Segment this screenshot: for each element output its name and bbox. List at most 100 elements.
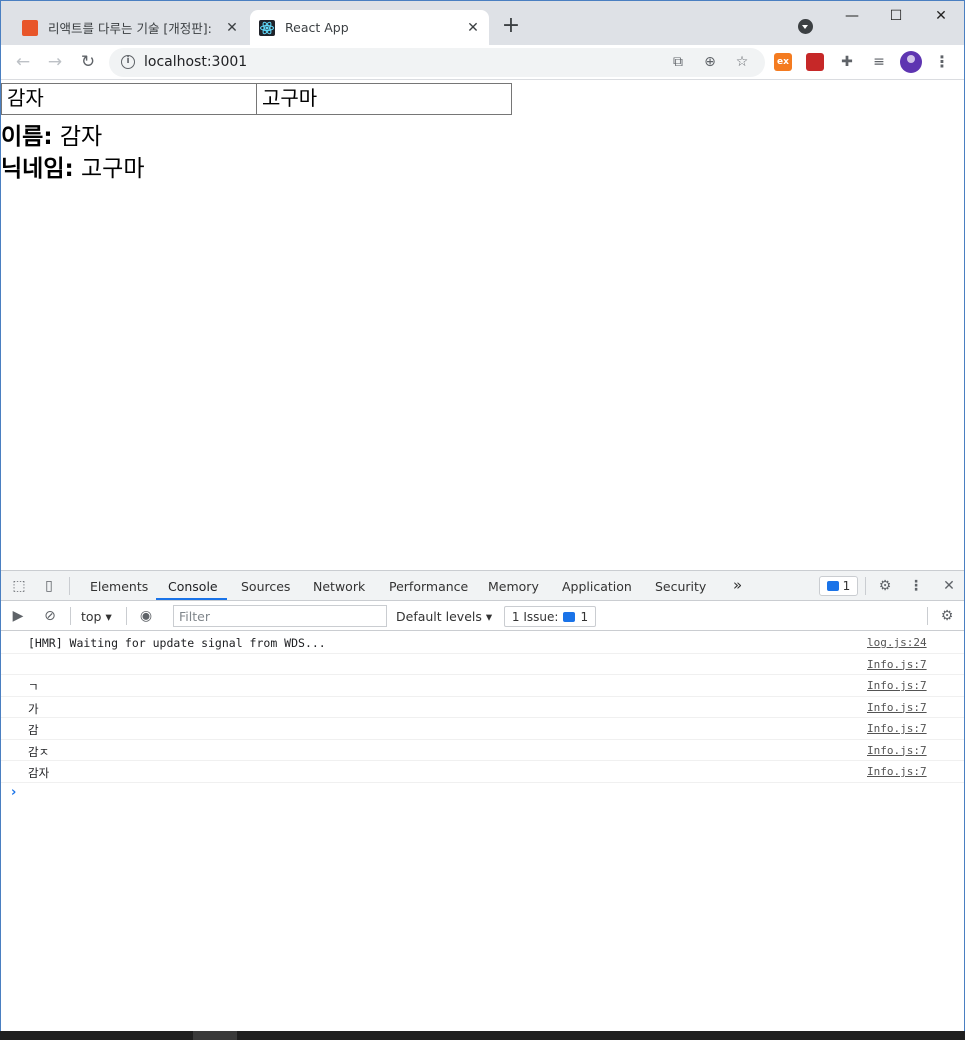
nickname-input[interactable]: 고구마 bbox=[256, 83, 512, 115]
message-icon bbox=[826, 581, 839, 591]
sidebar-toggle-icon[interactable]: ▶ bbox=[9, 607, 27, 625]
name-input[interactable]: 감자 bbox=[1, 83, 257, 115]
log-message: ㄱ bbox=[28, 680, 39, 694]
console-row: 가 Info.js:7 bbox=[1, 697, 964, 718]
tab-book[interactable]: 리액트를 다루는 기술 [개정판]: 6 ✕ bbox=[13, 10, 248, 45]
red-extension-icon[interactable] bbox=[806, 53, 824, 71]
page-content: 감자 고구마 이름: 감자 닉네임: 고구마 bbox=[1, 81, 964, 569]
translate-icon[interactable]: ⧉ bbox=[669, 53, 687, 71]
browser-window: 리액트를 다루는 기술 [개정판]: 6 ✕ React App ✕ + — ☐… bbox=[0, 0, 965, 1040]
tab-close-icon[interactable]: ✕ bbox=[224, 20, 240, 36]
site-info-icon[interactable]: i bbox=[121, 55, 135, 69]
console-output: [HMR] Waiting for update signal from WDS… bbox=[1, 632, 964, 805]
console-prompt[interactable]: › bbox=[1, 783, 964, 805]
devtools-tabbar: ⬚ ▯ Elements Console Sources Network Per… bbox=[1, 571, 964, 601]
filter-input[interactable]: Filter bbox=[173, 605, 387, 627]
device-toolbar-icon[interactable]: ▯ bbox=[40, 577, 58, 595]
tab-title: React App bbox=[285, 20, 349, 35]
reload-button[interactable]: ↻ bbox=[76, 50, 100, 74]
log-source-link[interactable]: log.js:24 bbox=[867, 636, 927, 649]
log-message: [HMR] Waiting for update signal from WDS… bbox=[28, 636, 326, 650]
close-window-button[interactable]: ✕ bbox=[918, 5, 964, 27]
console-row: 감ㅈ Info.js:7 bbox=[1, 740, 964, 761]
tab-memory[interactable]: Memory bbox=[488, 579, 539, 594]
menu-dots-icon[interactable]: ⋮ bbox=[934, 52, 950, 71]
nickname-label: 닉네임: bbox=[1, 156, 74, 182]
issues-count: 1 bbox=[580, 609, 589, 624]
console-settings-gear-icon[interactable]: ⚙ bbox=[938, 607, 956, 625]
forward-button[interactable]: → bbox=[43, 50, 67, 74]
browser-toolbar: ← → ↻ i localhost:3001 ⧉ ⊕ ☆ ex ✚ ≡ ⋮ bbox=[1, 45, 964, 80]
ex-extension-icon[interactable]: ex bbox=[774, 53, 792, 71]
active-tab-indicator bbox=[156, 598, 227, 600]
console-row: 감자 Info.js:7 bbox=[1, 761, 964, 783]
divider bbox=[69, 577, 70, 595]
divider bbox=[126, 607, 127, 625]
nickname-value: 고구마 bbox=[81, 156, 145, 182]
taskbar bbox=[0, 1031, 965, 1040]
new-tab-button[interactable]: + bbox=[499, 15, 523, 39]
tab-security[interactable]: Security bbox=[655, 579, 706, 594]
divider bbox=[927, 607, 928, 625]
tab-network[interactable]: Network bbox=[313, 579, 365, 594]
bookmark-star-icon[interactable]: ☆ bbox=[733, 53, 751, 71]
more-options-icon[interactable]: ⋮ bbox=[907, 577, 925, 595]
tab-react-app[interactable]: React App ✕ bbox=[250, 10, 489, 45]
url-text[interactable]: localhost:3001 bbox=[144, 54, 247, 70]
log-source-link[interactable]: Info.js:7 bbox=[867, 744, 927, 757]
minimize-button[interactable]: — bbox=[829, 5, 875, 27]
log-source-link[interactable]: Info.js:7 bbox=[867, 722, 927, 735]
log-source-link[interactable]: Info.js:7 bbox=[867, 765, 927, 778]
console-filterbar: ▶ ⊘ top ▾ ◉ Filter Default levels ▾ 1 Is… bbox=[1, 602, 964, 631]
log-source-link[interactable]: Info.js:7 bbox=[867, 658, 927, 671]
tab-strip: 리액트를 다루는 기술 [개정판]: 6 ✕ React App ✕ + — ☐… bbox=[1, 1, 964, 45]
close-devtools-icon[interactable]: ✕ bbox=[940, 577, 958, 595]
media-queue-icon[interactable]: ≡ bbox=[870, 53, 888, 71]
tab-application[interactable]: Application bbox=[562, 579, 632, 594]
tab-sources[interactable]: Sources bbox=[241, 579, 290, 594]
issues-button[interactable]: 1 Issue: 1 bbox=[504, 606, 596, 627]
taskbar-item[interactable] bbox=[193, 1031, 237, 1040]
more-tabs-button[interactable]: » bbox=[733, 576, 742, 594]
log-source-link[interactable]: Info.js:7 bbox=[867, 679, 927, 692]
address-bar[interactable]: i localhost:3001 ⧉ ⊕ ☆ bbox=[109, 48, 765, 77]
console-row: Info.js:7 bbox=[1, 654, 964, 675]
log-message: 감 bbox=[28, 723, 39, 737]
react-favicon-icon bbox=[259, 19, 275, 36]
message-count: 1 bbox=[842, 579, 851, 593]
profile-avatar[interactable] bbox=[900, 51, 922, 73]
tab-performance[interactable]: Performance bbox=[389, 579, 468, 594]
puzzle-extensions-icon[interactable]: ✚ bbox=[838, 53, 856, 71]
tab-elements[interactable]: Elements bbox=[90, 579, 148, 594]
book-favicon-icon bbox=[22, 19, 38, 36]
nickname-line: 닉네임: 고구마 bbox=[1, 149, 144, 183]
tab-console[interactable]: Console bbox=[168, 579, 218, 594]
name-label: 이름: bbox=[1, 124, 53, 150]
console-row: [HMR] Waiting for update signal from WDS… bbox=[1, 632, 964, 654]
maximize-button[interactable]: ☐ bbox=[873, 5, 919, 27]
settings-gear-icon[interactable]: ⚙ bbox=[876, 577, 894, 595]
zoom-icon[interactable]: ⊕ bbox=[701, 53, 719, 71]
clear-console-icon[interactable]: ⊘ bbox=[41, 607, 59, 625]
name-line: 이름: 감자 bbox=[1, 117, 102, 151]
tab-close-icon[interactable]: ✕ bbox=[465, 20, 481, 36]
log-message: 감자 bbox=[28, 766, 50, 780]
log-levels-select[interactable]: Default levels ▾ bbox=[396, 609, 492, 624]
back-button[interactable]: ← bbox=[11, 50, 35, 74]
devtools-panel: ⬚ ▯ Elements Console Sources Network Per… bbox=[1, 570, 964, 1032]
log-source-link[interactable]: Info.js:7 bbox=[867, 701, 927, 714]
divider bbox=[865, 577, 866, 595]
console-row: 감 Info.js:7 bbox=[1, 718, 964, 740]
divider bbox=[70, 607, 71, 625]
log-levels-value: Default levels bbox=[396, 609, 482, 624]
messages-badge[interactable]: 1 bbox=[819, 576, 858, 596]
issue-icon bbox=[563, 611, 576, 622]
live-expression-eye-icon[interactable]: ◉ bbox=[137, 607, 155, 625]
inspect-element-icon[interactable]: ⬚ bbox=[10, 577, 28, 595]
tab-title: 리액트를 다루는 기술 [개정판]: 6 bbox=[48, 21, 216, 36]
console-row: ㄱ Info.js:7 bbox=[1, 675, 964, 697]
context-select[interactable]: top ▾ bbox=[81, 609, 112, 624]
tab-search-icon[interactable] bbox=[798, 19, 813, 34]
issues-label: 1 Issue: bbox=[511, 609, 559, 624]
log-message: 가 bbox=[28, 701, 39, 716]
